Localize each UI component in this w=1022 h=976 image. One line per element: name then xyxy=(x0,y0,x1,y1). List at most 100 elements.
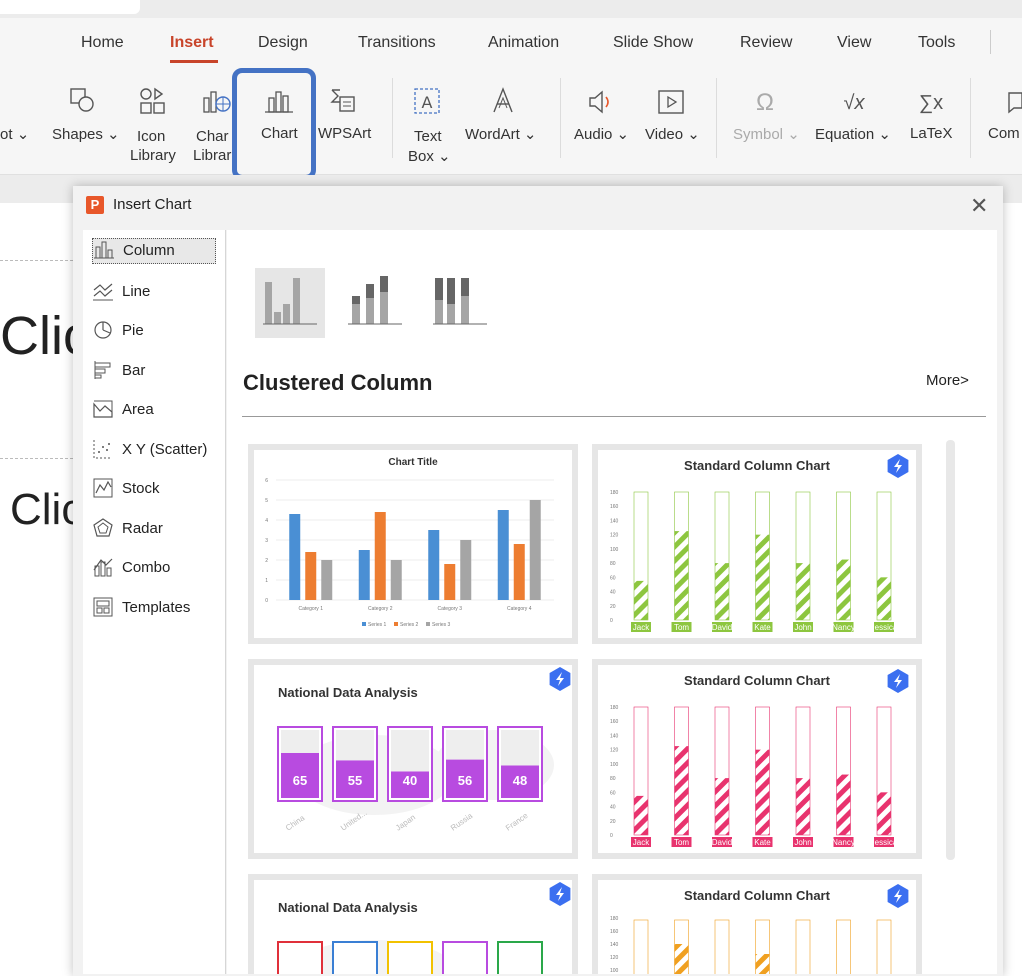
shapes-button[interactable]: Shapes ⌄ xyxy=(52,125,120,143)
x-tick-label: France xyxy=(504,811,530,833)
chart-bar xyxy=(755,534,770,620)
svg-text:A: A xyxy=(422,93,433,112)
gallery-scrollbar[interactable] xyxy=(946,440,955,860)
sidebar-item-scatter[interactable]: X Y (Scatter) xyxy=(92,438,222,464)
chart-bar xyxy=(877,577,891,620)
chart-library-label-1[interactable]: Char xyxy=(196,128,229,145)
bar-chart-icon xyxy=(94,361,111,379)
chart-bar xyxy=(715,563,729,620)
legend-swatch xyxy=(394,622,398,626)
chart-bar xyxy=(305,552,317,600)
template-card-clustered[interactable]: Chart Title 0 1 2 3 4 5 6 Category 1 Category 2C… xyxy=(248,444,578,644)
chart-bar xyxy=(674,944,689,974)
area-chart-icon xyxy=(93,400,113,418)
tab-insert[interactable]: Insert xyxy=(170,34,214,52)
y-tick-label: 180 xyxy=(610,916,619,922)
wpsart-button[interactable]: WPSArt xyxy=(318,125,371,142)
ribbon-divider xyxy=(716,78,717,158)
sidebar-item-column[interactable]: Column xyxy=(92,238,216,264)
symbol-label: Symbol xyxy=(733,126,784,143)
wordart-button[interactable]: WordArt ⌄ xyxy=(465,125,536,143)
symbol-button[interactable]: Symbol ⌄ xyxy=(733,125,800,143)
y-tick-label: 3 xyxy=(265,538,268,544)
sidebar-item-label: Stock xyxy=(122,480,160,497)
icon-library-icon xyxy=(140,87,165,114)
tab-transitions[interactable]: Transitions xyxy=(358,34,436,52)
close-icon[interactable]: ✕ xyxy=(970,193,988,219)
template-card-national-multicolor[interactable]: National Data Analysis xyxy=(248,874,578,974)
y-tick-label: 160 xyxy=(610,929,619,935)
template-card-standard-orange[interactable]: Standard Column Chart 180 160 140 120 100 xyxy=(592,874,922,974)
document-tab[interactable] xyxy=(0,0,140,14)
tab-view[interactable]: View xyxy=(837,34,871,52)
bar-empty xyxy=(501,730,539,766)
stock-chart-icon xyxy=(93,478,113,498)
legend-label: Series 1 xyxy=(368,622,387,628)
presentation-app-icon: P xyxy=(86,196,104,214)
chart-bar xyxy=(755,749,770,835)
premium-badge-icon xyxy=(549,882,571,906)
subtype-100-stacked-column[interactable] xyxy=(425,268,495,338)
tab-home[interactable]: Home xyxy=(81,34,124,52)
sidebar-item-pie[interactable]: Pie xyxy=(92,319,216,345)
chart-bar xyxy=(289,514,301,600)
chart-bar xyxy=(634,795,648,835)
subtype-stacked-column[interactable] xyxy=(340,268,410,338)
tab-animation[interactable]: Animation xyxy=(488,34,559,52)
sidebar-item-radar[interactable]: Radar xyxy=(92,517,216,543)
y-tick-label: 120 xyxy=(610,748,619,754)
template-card-national-purple[interactable]: National Data Analysis 65 China 55 United..… xyxy=(248,659,578,859)
tab-design[interactable]: Design xyxy=(258,34,308,52)
national-data-chart: 65China55United...40Japan56Russia48Franc… xyxy=(277,667,571,833)
premium-badge-icon xyxy=(887,454,909,478)
standard-column-chart: 0 20 40 60 80 100 120 140 160 180 Jack Tom David Kate… xyxy=(610,669,909,847)
y-tick-label: 180 xyxy=(610,490,619,496)
template-card-standard-pink[interactable]: Standard Column Chart 0 20 40 60 80 100 120 140… xyxy=(592,659,922,859)
equation-button[interactable]: Equation ⌄ xyxy=(815,125,891,143)
tab-tools[interactable]: Tools xyxy=(918,34,955,52)
sidebar-divider xyxy=(225,230,226,974)
sidebar-item-stock[interactable]: Stock xyxy=(92,477,216,503)
video-button[interactable]: Video ⌄ xyxy=(645,125,700,143)
chevron-down-icon: ⌄ xyxy=(16,126,30,143)
y-tick-label: 100 xyxy=(610,968,619,974)
x-tick-label: David xyxy=(712,838,732,847)
comment-button[interactable]: Com xyxy=(988,125,1020,142)
sidebar-item-combo[interactable]: Combo xyxy=(92,556,216,582)
text-box-button[interactable]: Box ⌄ xyxy=(408,147,451,165)
chart-library-icon xyxy=(203,91,231,113)
equation-label: Equation xyxy=(815,126,875,143)
y-tick-label: 0 xyxy=(610,618,613,624)
slide-placeholder-border xyxy=(0,260,73,261)
y-tick-label: 120 xyxy=(610,533,619,539)
more-link[interactable]: More> xyxy=(926,372,969,389)
y-tick-label: 2 xyxy=(265,558,268,564)
templates-icon xyxy=(93,597,113,617)
sidebar-item-bar[interactable]: Bar xyxy=(92,359,216,385)
text-box-label-1[interactable]: Text xyxy=(414,128,442,145)
bar-outline xyxy=(387,941,433,974)
template-card-standard-green[interactable]: Standard Column Chart 0 20 40 60 80 100 120 140… xyxy=(592,444,922,644)
y-tick-label: 60 xyxy=(610,790,616,796)
bar-outline xyxy=(497,941,543,974)
y-tick-label: 140 xyxy=(610,518,619,524)
sidebar-item-templates[interactable]: Templates xyxy=(92,596,216,622)
card-preview: Chart Title 0 1 2 3 4 5 6 Category 1 Category 2C… xyxy=(254,450,572,638)
tab-slide-show[interactable]: Slide Show xyxy=(613,34,693,52)
sidebar-item-line[interactable]: Line xyxy=(92,280,216,306)
x-tick-label: David xyxy=(712,623,732,632)
icon-library-label-2[interactable]: Library xyxy=(130,147,176,164)
wordart-label: WordArt xyxy=(465,126,520,143)
audio-button[interactable]: Audio ⌄ xyxy=(574,125,629,143)
y-tick-label: 100 xyxy=(610,547,619,553)
latex-button[interactable]: LaTeX xyxy=(910,125,953,142)
chart-library-label-2[interactable]: Librar xyxy=(193,147,231,164)
picture-button[interactable]: ot ⌄ xyxy=(0,125,29,143)
icon-library-label-1[interactable]: Icon xyxy=(137,128,165,145)
subtype-clustered-column[interactable] xyxy=(255,268,325,338)
sidebar-item-area[interactable]: Area xyxy=(92,398,216,424)
line-chart-icon xyxy=(93,283,113,301)
tab-review[interactable]: Review xyxy=(740,34,792,52)
bar-outline xyxy=(633,919,649,974)
shapes-label: Shapes xyxy=(52,126,103,143)
